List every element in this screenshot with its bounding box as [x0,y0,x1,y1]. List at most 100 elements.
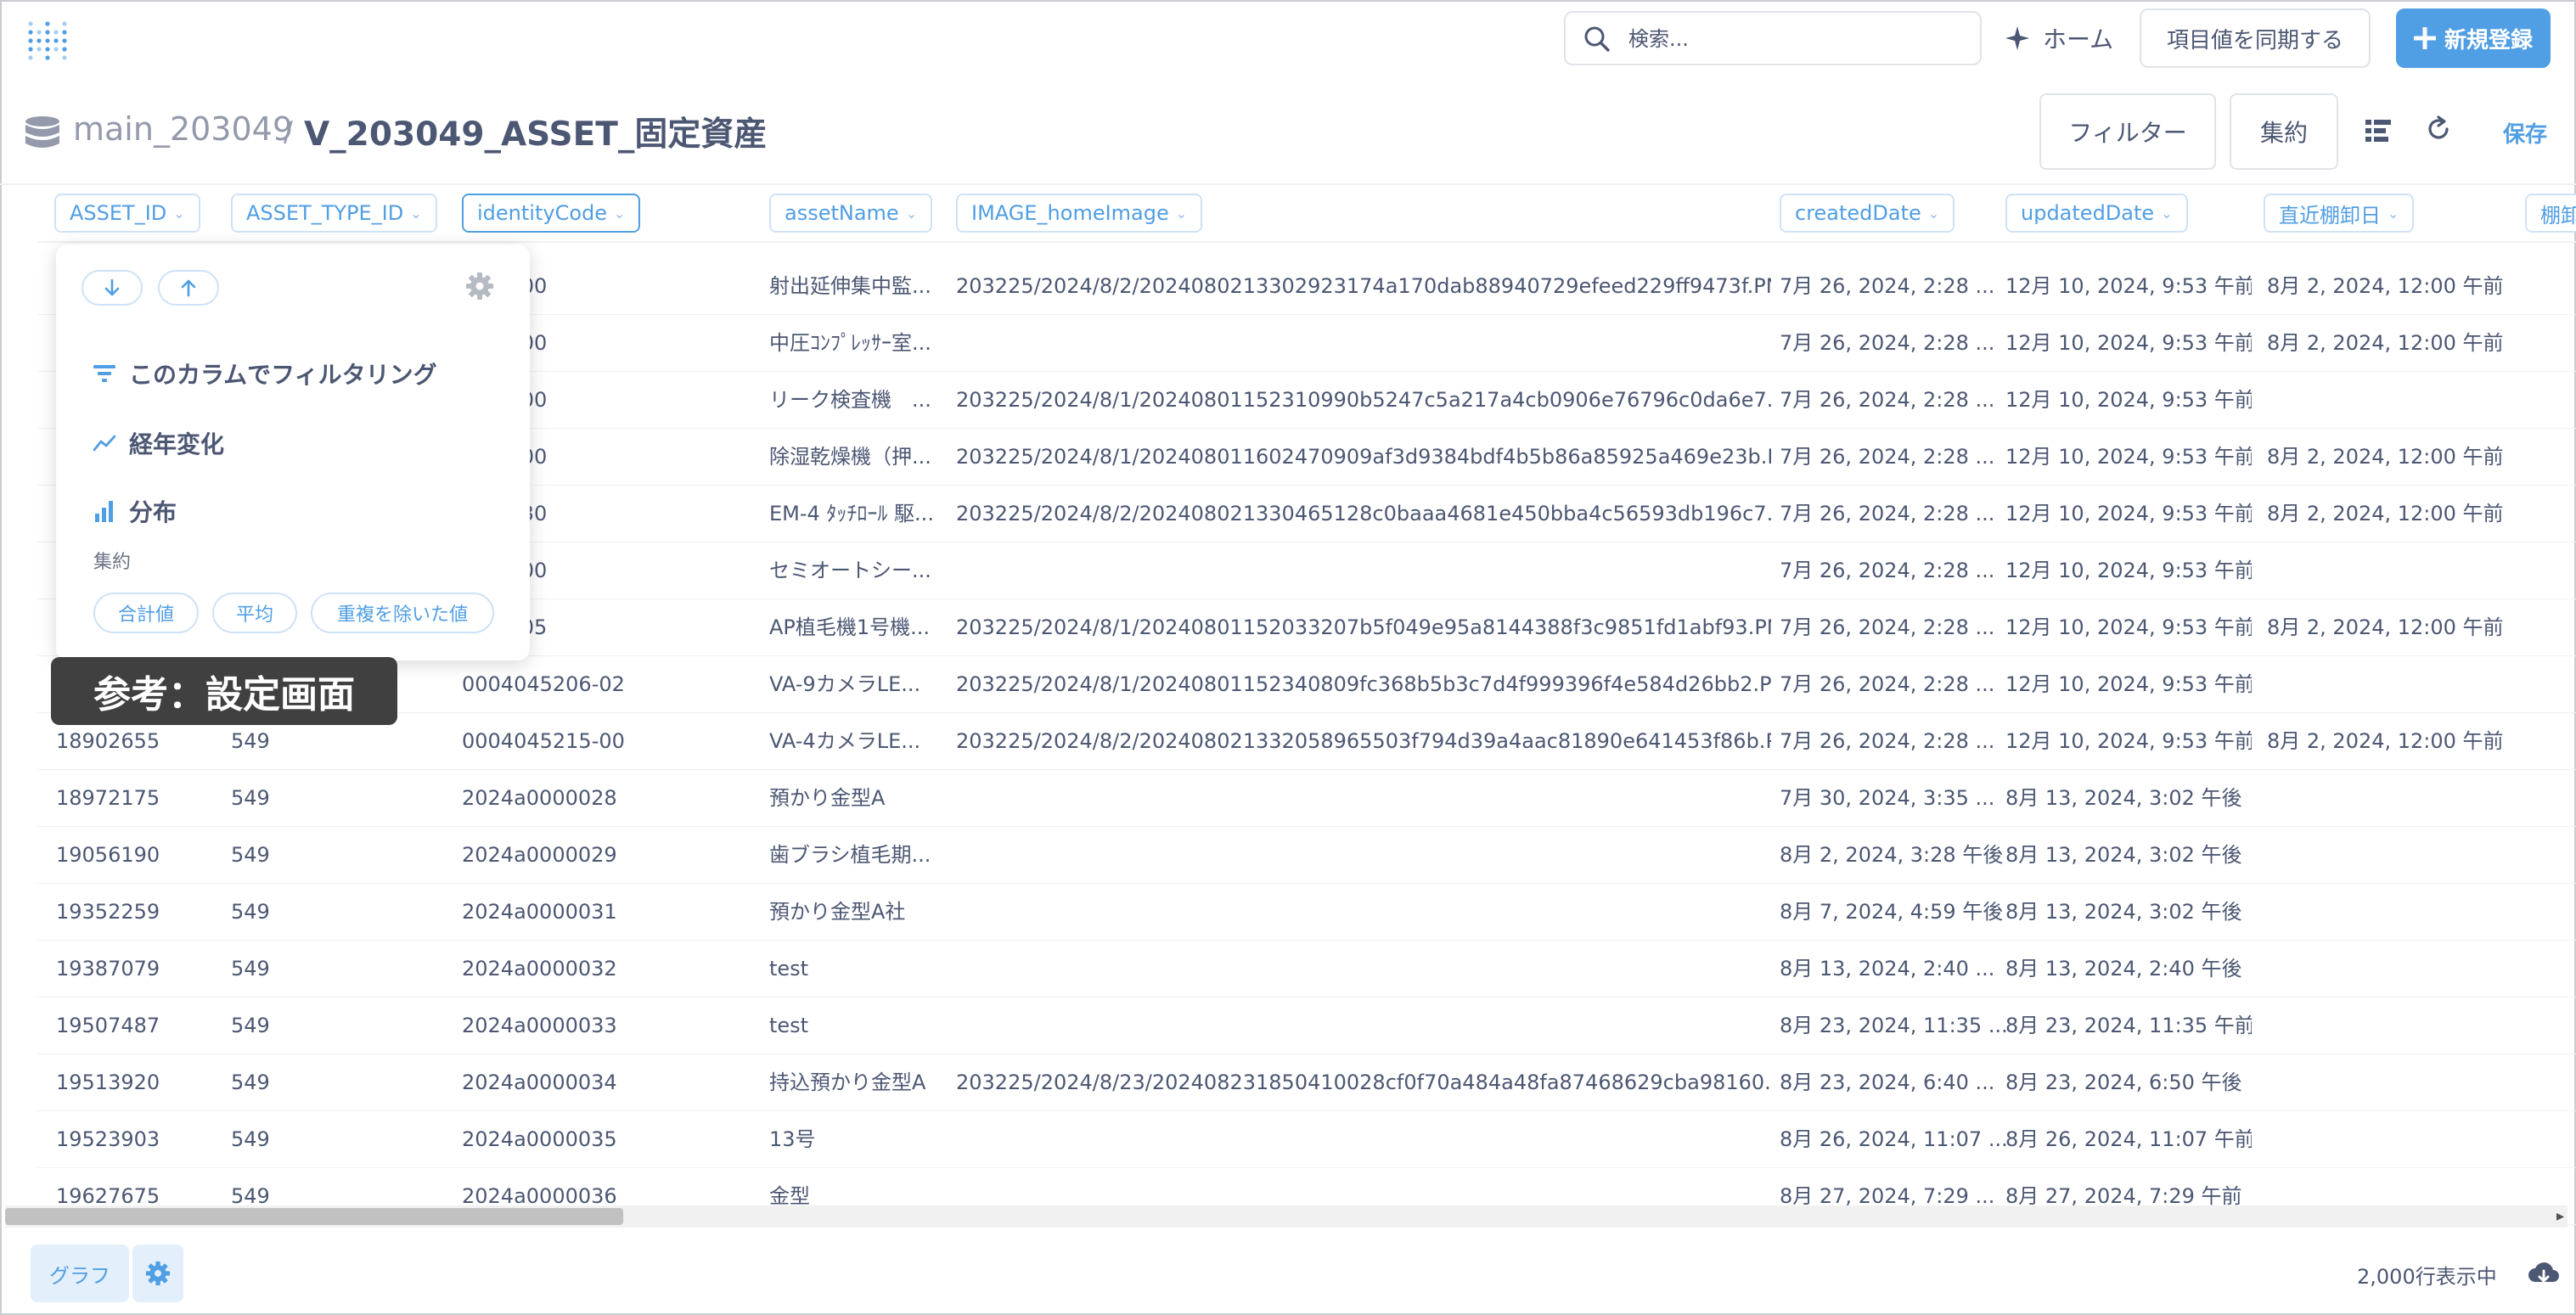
sort-descending-button[interactable] [82,270,143,306]
cell-last-inventory[interactable]: 8月 2, 2024, 12:00 午前 [2267,713,2522,770]
cell-identity-code[interactable]: 2024a0000028 [462,770,666,827]
cell-image[interactable]: 203225/2024/8/23/20240823185041002​8cf0f… [956,1054,1771,1111]
cell-asset-type-id[interactable]: 549 [231,884,350,941]
column-header-asset-id[interactable]: ASSET_ID ⌄ [54,194,200,233]
cell-last-inventory[interactable] [2267,997,2522,1054]
column-header-identity-code[interactable]: identityCode ⌄ [462,194,641,233]
cell-created-date[interactable]: 7月 26, 2024, 2:28 ... [1780,372,2009,429]
cell-created-date[interactable]: 7月 30, 2024, 3:35 ... [1780,770,2009,827]
scrollbar-thumb[interactable] [5,1208,623,1225]
cell-asset-id[interactable]: 19387079 [56,941,209,997]
filter-by-column-item[interactable]: このカラムでフィルタリング [93,355,437,392]
cell-asset-id[interactable]: 18972175 [56,770,209,827]
cell-asset-name[interactable]: VA-9カメラLE... [769,656,948,713]
filter-button[interactable]: フィルター [2039,93,2216,170]
cell-image[interactable]: 203225/2024/8/1/20240801152310990b5247c5… [956,372,1771,429]
column-header-image-home[interactable]: IMAGE_homeImage ⌄ [956,194,1203,233]
cell-image[interactable]: 203225/2024/8/1/20240801152033207b5f049e… [956,599,1771,656]
column-header-asset-name[interactable]: assetName ⌄ [769,194,933,233]
cell-updated-date[interactable]: 8月 13, 2024, 2:40 午後 [2005,941,2252,997]
cell-asset-id[interactable]: 19523903 [56,1111,209,1168]
cell-asset-name[interactable]: 預かり金型A [769,770,948,827]
cell-created-date[interactable]: 7月 26, 2024, 2:28 ... [1780,542,2009,599]
cell-last-inventory[interactable] [2267,827,2522,884]
cell-last-inventory[interactable] [2267,770,2522,827]
distinct-button[interactable]: 重複を除いた値 [311,593,494,633]
distribution-item[interactable]: 分布 [93,492,177,530]
sort-ascending-button[interactable] [158,270,219,306]
cell-identity-code[interactable]: 0004045206-02 [462,656,666,713]
cell-last-inventory[interactable] [2267,542,2522,599]
cell-created-date[interactable]: 8月 13, 2024, 2:40 ... [1780,941,2009,997]
cell-asset-name[interactable]: test [769,997,948,1054]
cell-updated-date[interactable]: 8月 26, 2024, 11:07 午前 [2005,1111,2252,1168]
column-header-updated-date[interactable]: updatedDate ⌄ [2005,194,2188,233]
column-header-created-date[interactable]: createdDate ⌄ [1780,194,1955,233]
cell-asset-name[interactable]: 持込預かり金型A [769,1054,948,1111]
cell-asset-id[interactable]: 19513920 [56,1054,209,1111]
cell-asset-name[interactable]: セミオートシー... [769,542,948,599]
cell-created-date[interactable]: 7月 26, 2024, 2:28 ... [1780,258,2009,315]
cell-created-date[interactable]: 8月 2, 2024, 3:28 午後 [1780,827,2009,884]
cell-image[interactable] [956,827,1771,884]
cell-created-date[interactable]: 7月 26, 2024, 2:28 ... [1780,429,2009,486]
cell-asset-type-id[interactable]: 549 [231,1111,350,1168]
cell-updated-date[interactable]: 12月 10, 2024, 9:53 午前 [2005,315,2252,372]
cell-updated-date[interactable]: 12月 10, 2024, 9:53 午前 [2005,542,2252,599]
download-icon[interactable] [2527,1262,2561,1289]
cell-updated-date[interactable]: 12月 10, 2024, 9:53 午前 [2005,429,2252,486]
cell-updated-date[interactable]: 12月 10, 2024, 9:53 午前 [2005,258,2252,315]
cell-image[interactable]: 203225/2024/8/2/20240802133029231​74a170… [956,258,1771,315]
sync-values-button[interactable]: 項目値を同期する [2140,8,2371,68]
cell-created-date[interactable]: 7月 26, 2024, 2:28 ... [1780,713,2009,770]
cell-image[interactable] [956,770,1771,827]
cell-asset-name[interactable]: 射出延伸集中監... [769,258,948,315]
gear-icon[interactable] [465,272,494,301]
cell-last-inventory[interactable]: 8月 2, 2024, 12:00 午前 [2267,486,2522,542]
cell-image[interactable]: 203225/2024/8/2/20240802133046512​8c0baa… [956,486,1771,542]
cell-identity-code[interactable]: 2024a0000035 [462,1111,666,1168]
cell-asset-name[interactable]: AP植毛機1号機... [769,599,948,656]
breadcrumb-database[interactable]: main_203049 [73,110,293,148]
cell-asset-id[interactable]: 19507487 [56,997,209,1054]
cell-identity-code[interactable]: 0004045215-00 [462,713,666,770]
home-button[interactable]: ホーム [2005,12,2113,65]
cell-updated-date[interactable]: 12月 10, 2024, 9:53 午前 [2005,372,2252,429]
cell-identity-code[interactable]: 2024a0000034 [462,1054,666,1111]
cell-asset-type-id[interactable]: 549 [231,997,350,1054]
cell-image[interactable]: 203225/2024/8/2/20240802133205896​5503f7… [956,713,1771,770]
cell-asset-name[interactable]: 歯ブラシ植毛期... [769,827,948,884]
cell-last-inventory[interactable] [2267,1054,2522,1111]
cell-created-date[interactable]: 7月 26, 2024, 2:28 ... [1780,486,2009,542]
scroll-right-icon[interactable]: ▸ [2556,1207,2564,1225]
cell-asset-name[interactable]: 除湿乾燥機（押... [769,429,948,486]
cell-image[interactable] [956,1111,1771,1168]
cell-updated-date[interactable]: 8月 13, 2024, 3:02 午後 [2005,770,2252,827]
cell-updated-date[interactable]: 12月 10, 2024, 9:53 午前 [2005,713,2252,770]
cell-updated-date[interactable]: 12月 10, 2024, 9:53 午前 [2005,599,2252,656]
cell-asset-type-id[interactable]: 549 [231,827,350,884]
cell-updated-date[interactable]: 8月 13, 2024, 3:02 午後 [2005,884,2252,941]
cell-last-inventory[interactable]: 8月 2, 2024, 12:00 午前 [2267,599,2522,656]
cell-asset-name[interactable]: 預かり金型A社 [769,884,948,941]
cell-updated-date[interactable]: 8月 13, 2024, 3:02 午後 [2005,827,2252,884]
save-link[interactable]: 保存 [2503,117,2547,149]
cell-created-date[interactable]: 8月 23, 2024, 6:40 ... [1780,1054,2009,1111]
cell-last-inventory[interactable] [2267,372,2522,429]
cell-last-inventory[interactable]: 8月 2, 2024, 12:00 午前 [2267,315,2522,372]
cell-last-inventory[interactable]: 8月 2, 2024, 12:00 午前 [2267,429,2522,486]
cell-last-inventory[interactable] [2267,941,2522,997]
cell-last-inventory[interactable]: 8月 2, 2024, 12:00 午前 [2267,258,2522,315]
cell-asset-type-id[interactable]: 549 [231,941,350,997]
cell-image[interactable]: 203225/2024/8/1/20240801160247090​9af3d9… [956,429,1771,486]
search-box[interactable] [1564,11,1982,65]
sum-button[interactable]: 合計値 [93,593,199,633]
cell-asset-name[interactable]: test [769,941,948,997]
cell-last-inventory[interactable] [2267,884,2522,941]
cell-identity-code[interactable]: 2024a0000033 [462,997,666,1054]
cell-asset-type-id[interactable]: 549 [231,770,350,827]
cell-image[interactable] [956,315,1771,372]
cell-asset-type-id[interactable]: 549 [231,1054,350,1111]
cell-image[interactable] [956,884,1771,941]
cell-asset-id[interactable]: 19352259 [56,884,209,941]
